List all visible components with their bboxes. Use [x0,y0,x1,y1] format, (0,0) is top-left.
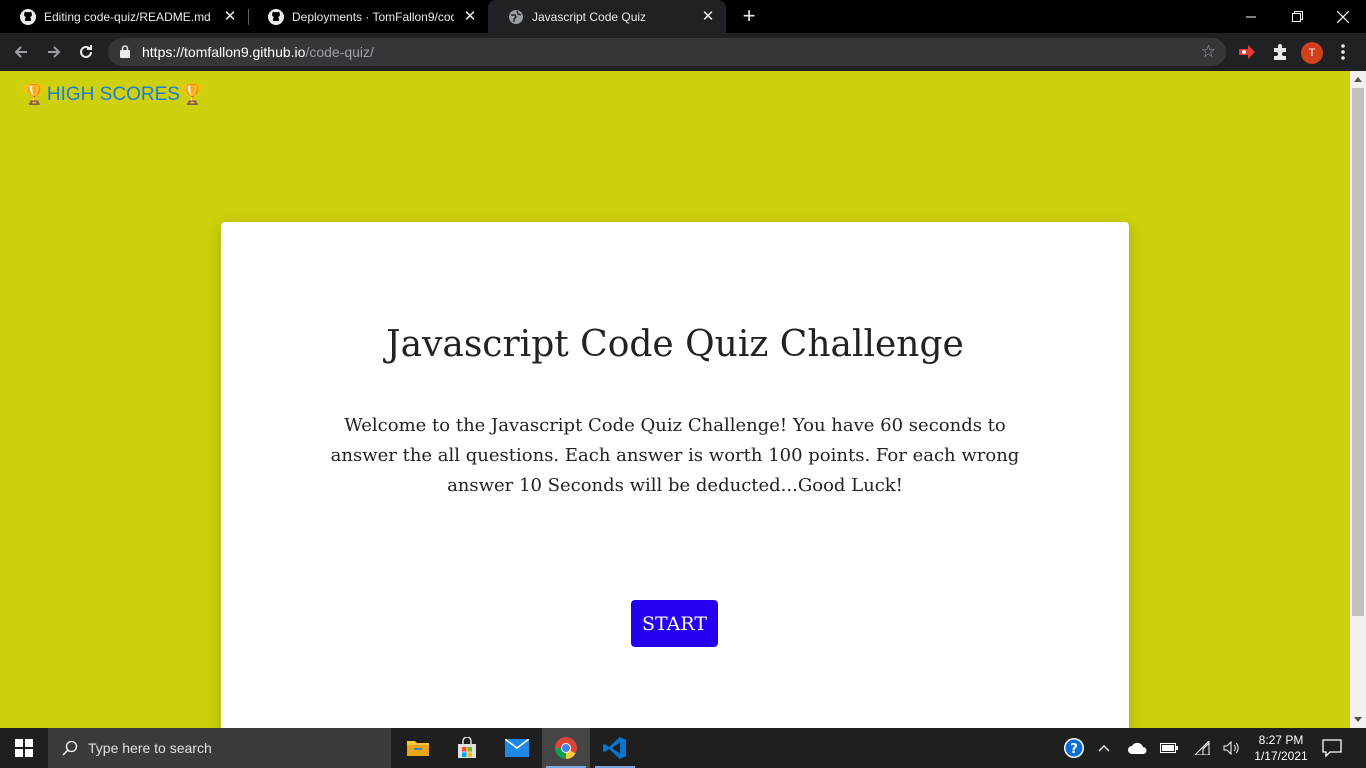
close-tab-icon[interactable]: ✕ [462,8,478,25]
windows-logo-icon [15,739,33,757]
svg-text:?: ? [1070,742,1078,757]
new-tab-button[interactable]: + [738,5,760,27]
windows-taskbar: Type here to search ? 8:27 PM 1/17/2021 [0,728,1366,768]
lock-icon [120,45,130,58]
tab-deployments[interactable]: Deployments · TomFallon9/code-quiz ✕ [248,0,488,33]
profile-avatar[interactable]: T [1301,42,1323,64]
highscores-link[interactable]: 🏆 HIGH SCORES 🏆 [22,84,205,106]
mail-envelope-icon [505,739,529,757]
url-text: https://tomfallon9.github.io/code-quiz/ [142,44,374,60]
trophy-icon: 🏆 [179,84,205,106]
vscode-app[interactable] [591,728,639,768]
wifi-icon[interactable] [1190,728,1214,768]
address-bar[interactable]: https://tomfallon9.github.io/code-quiz/ … [108,38,1226,66]
reload-button[interactable] [74,40,98,64]
extension-record-icon[interactable] [1238,43,1256,61]
github-icon [20,8,36,25]
mail-app[interactable] [493,728,541,768]
intro-text: Welcome to the Javascript Code Quiz Chal… [330,415,1020,496]
trophy-icon: 🏆 [22,84,47,106]
help-tray-icon[interactable]: ? [1060,728,1088,768]
scroll-thumb[interactable] [1352,88,1364,616]
start-button[interactable]: START [631,600,718,647]
taskbar-clock[interactable]: 8:27 PM 1/17/2021 [1246,732,1316,764]
close-tab-icon[interactable]: ✕ [700,8,716,25]
file-explorer-app[interactable] [394,728,442,768]
tab-title: Javascript Code Quiz [532,9,647,24]
bookmark-star-icon[interactable]: ☆ [1201,42,1216,62]
globe-icon [508,9,524,25]
chrome-icon [555,737,577,759]
close-window-button[interactable] [1320,0,1366,33]
quiz-card: Javascript Code Quiz Challenge Welcome t… [221,222,1129,728]
github-icon [268,8,284,25]
url-path: /code-quiz/ [305,44,374,60]
scroll-down-arrow[interactable] [1354,717,1362,722]
url-host: https://tomfallon9.github.io [142,44,306,60]
windows-start-button[interactable] [0,728,48,768]
tab-title: Deployments · TomFallon9/code-quiz [292,9,454,24]
close-tab-icon[interactable]: ✕ [222,8,238,25]
clock-date: 1/17/2021 [1254,749,1308,763]
store-bag-icon [458,737,476,758]
volume-icon[interactable] [1220,728,1244,768]
minimize-button[interactable] [1228,0,1274,33]
browser-toolbar: https://tomfallon9.github.io/code-quiz/ … [0,33,1366,71]
clock-time: 8:27 PM [1258,733,1304,747]
tab-title: Editing code-quiz/README.md at master · … [44,9,214,24]
back-button[interactable] [9,40,33,64]
action-center-icon[interactable] [1322,738,1342,758]
tab-editing-readme[interactable]: Editing code-quiz/README.md at master · … [0,0,248,33]
page-viewport: 🏆 HIGH SCORES 🏆 Javascript Code Quiz Chall… [0,71,1350,728]
highscores-label: HIGH SCORES [46,84,180,105]
scroll-up-arrow[interactable] [1354,77,1362,82]
folder-icon [407,741,429,756]
chrome-app[interactable] [542,728,590,768]
restore-button[interactable] [1274,0,1320,33]
search-icon [62,740,78,756]
onedrive-cloud-icon[interactable] [1124,728,1150,768]
menu-kebab-icon[interactable] [1337,43,1349,61]
search-placeholder: Type here to search [88,740,212,756]
forward-button[interactable] [42,40,66,64]
tab-code-quiz[interactable]: Javascript Code Quiz ✕ [488,0,726,33]
page-title: Javascript Code Quiz Challenge [386,324,964,365]
microsoft-store-app[interactable] [443,728,491,768]
taskbar-search-box[interactable]: Type here to search [48,728,391,768]
page-scrollbar[interactable] [1350,71,1366,728]
extensions-puzzle-icon[interactable] [1271,43,1289,61]
tab-strip: Editing code-quiz/README.md at master · … [0,0,1366,33]
show-hidden-icons-chevron-icon[interactable] [1094,728,1114,768]
vscode-icon [603,737,626,759]
battery-icon[interactable] [1156,728,1182,768]
